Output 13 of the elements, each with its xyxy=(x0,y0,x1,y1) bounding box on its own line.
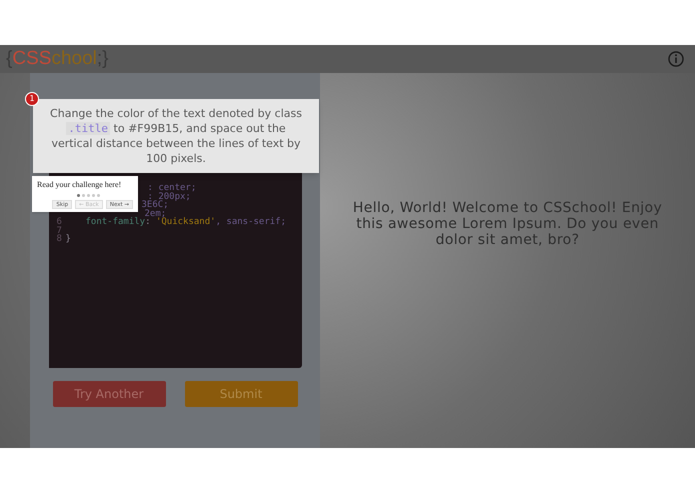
code-text: : 200px; xyxy=(148,192,191,201)
step-badge: 1 xyxy=(25,92,39,106)
code-text: 2em; xyxy=(144,210,166,218)
code-text: } xyxy=(66,235,71,244)
line-number: 8 xyxy=(56,235,63,244)
code-text: : center; xyxy=(148,184,196,192)
line-number: 6 xyxy=(56,218,63,226)
info-icon[interactable] xyxy=(668,51,684,67)
code-text: font-family: 'Quicksand', sans-serif; xyxy=(86,218,286,226)
code-text: 3E6C; xyxy=(142,201,169,210)
line-number: 7 xyxy=(56,226,63,235)
logo: {CSSchool;} xyxy=(6,46,108,71)
challenge-text: Change the color of the text denoted by class .title to #F99B15, and space out the vertical distance between the lines of text by 100 pixels. xyxy=(49,106,303,166)
